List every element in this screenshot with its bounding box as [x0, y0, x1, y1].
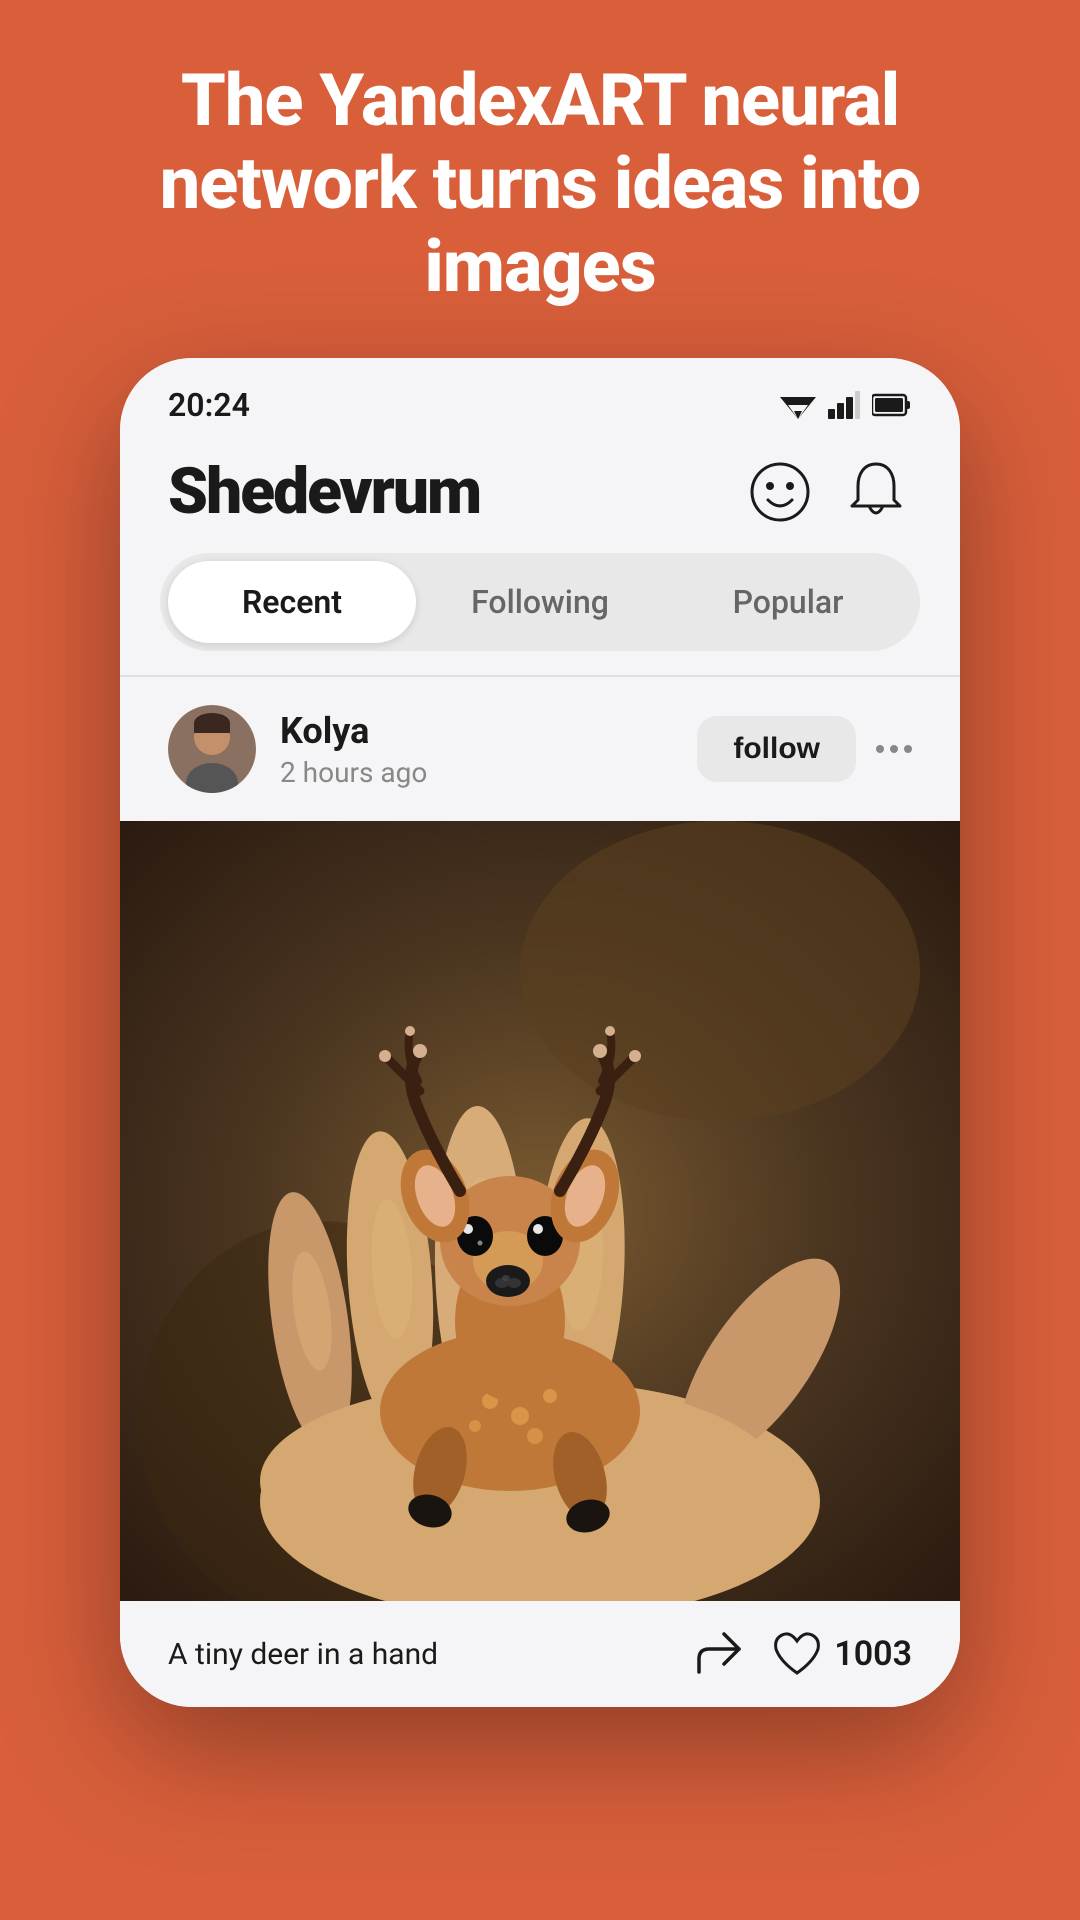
headline-text: The YandexART neural network turns ideas… [0, 0, 1080, 358]
dot-3 [904, 745, 912, 753]
user-avatar[interactable] [168, 705, 256, 793]
phone-wrapper: 20:24 [120, 358, 960, 1920]
post-image[interactable] [120, 821, 960, 1601]
share-icon [694, 1629, 744, 1679]
header-icons [744, 456, 912, 528]
bell-icon [846, 460, 906, 524]
bell-icon-button[interactable] [840, 456, 912, 528]
avatar-svg [168, 705, 256, 793]
smiley-icon [748, 460, 812, 524]
heart-icon [772, 1631, 822, 1677]
like-count: 1003 [834, 1634, 912, 1674]
tab-popular[interactable]: Popular [664, 561, 912, 643]
app-title: Shedevrum [168, 454, 480, 529]
wifi-icon [780, 391, 816, 419]
status-time: 20:24 [168, 386, 250, 424]
post: Kolya 2 hours ago follow [120, 677, 960, 1707]
status-icons [780, 391, 912, 419]
dot-2 [890, 745, 898, 753]
follow-button[interactable]: follow [697, 716, 856, 782]
tab-following[interactable]: Following [416, 561, 664, 643]
deer-image-svg [120, 821, 960, 1601]
dot-1 [876, 745, 884, 753]
more-options-button[interactable] [876, 745, 912, 753]
battery-icon [872, 393, 912, 417]
post-caption: A tiny deer in a hand [168, 1637, 438, 1672]
post-username: Kolya [280, 710, 673, 752]
tab-recent[interactable]: Recent [168, 561, 416, 643]
status-bar: 20:24 [120, 358, 960, 434]
tab-container: Recent Following Popular [160, 553, 920, 651]
post-footer-actions: 1003 [694, 1629, 912, 1679]
post-actions: follow [697, 716, 912, 782]
post-footer: A tiny deer in a hand 100 [120, 1601, 960, 1707]
like-section[interactable]: 1003 [772, 1631, 912, 1677]
app-header: Shedevrum [120, 434, 960, 553]
share-button[interactable] [694, 1629, 744, 1679]
post-time: 2 hours ago [280, 756, 673, 789]
signal-icon [828, 391, 860, 419]
post-user-info: Kolya 2 hours ago [280, 710, 673, 789]
phone-frame: 20:24 [120, 358, 960, 1707]
tab-bar: Recent Following Popular [120, 553, 960, 675]
post-header: Kolya 2 hours ago follow [120, 677, 960, 821]
avatar-icon-button[interactable] [744, 456, 816, 528]
